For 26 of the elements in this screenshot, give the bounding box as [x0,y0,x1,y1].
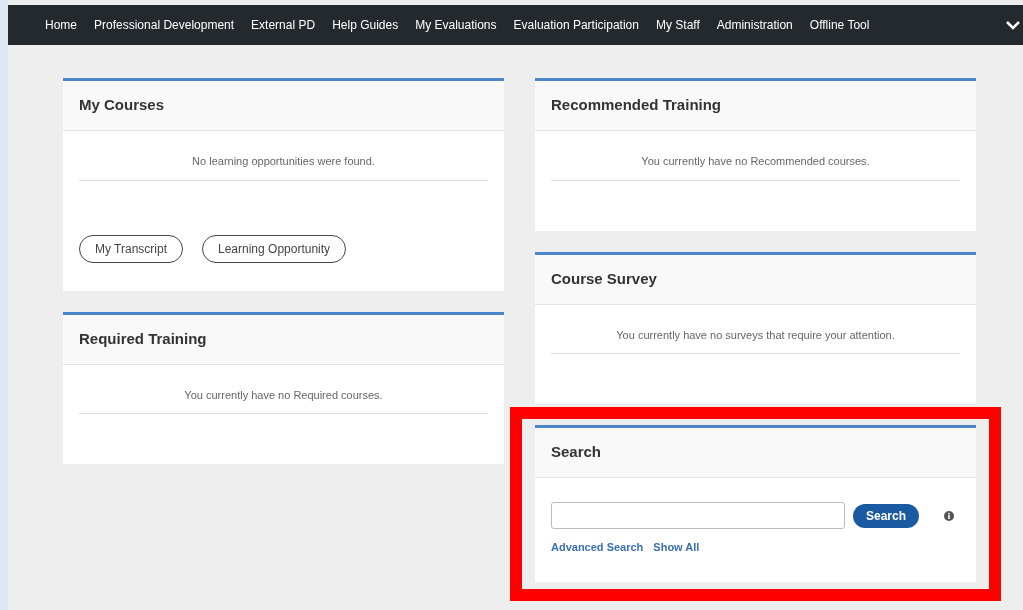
empty-message: No learning opportunities were found. [79,131,488,181]
nav-link[interactable]: My Evaluations [415,16,497,34]
chevron-down-icon[interactable] [1005,20,1021,30]
info-icon[interactable] [944,510,955,521]
card-title: My Courses [79,95,165,116]
empty-message: You currently have no surveys that require your attention. [551,304,960,354]
nav-link[interactable]: Help Guides [332,16,399,34]
search-button[interactable]: Search [853,503,920,528]
card-title: Course Survey [551,268,657,289]
search-field[interactable] [551,502,845,529]
card-title: Search [551,442,602,463]
outline-button[interactable]: My Transcript [79,234,183,263]
empty-message: You currently have no Recommended courses. [551,131,960,181]
link[interactable]: Show All [653,539,700,556]
outline-button[interactable]: Learning Opportunity [202,234,347,263]
empty-message: You currently have no Required courses. [79,364,488,414]
link[interactable]: Advanced Search [551,539,644,556]
card-title: Recommended Training [551,95,722,116]
card-title: Required Training [79,328,207,349]
nav-link[interactable]: Offline Tool [809,16,870,34]
nav-link[interactable]: Evaluation Participation [513,16,639,34]
nav-link[interactable]: Administration [716,16,793,34]
nav-link[interactable]: External PD [251,16,316,34]
nav-link[interactable]: Professional Development [94,16,235,34]
nav-link[interactable]: Home [45,16,77,34]
nav-link[interactable]: My Staff [655,16,700,34]
